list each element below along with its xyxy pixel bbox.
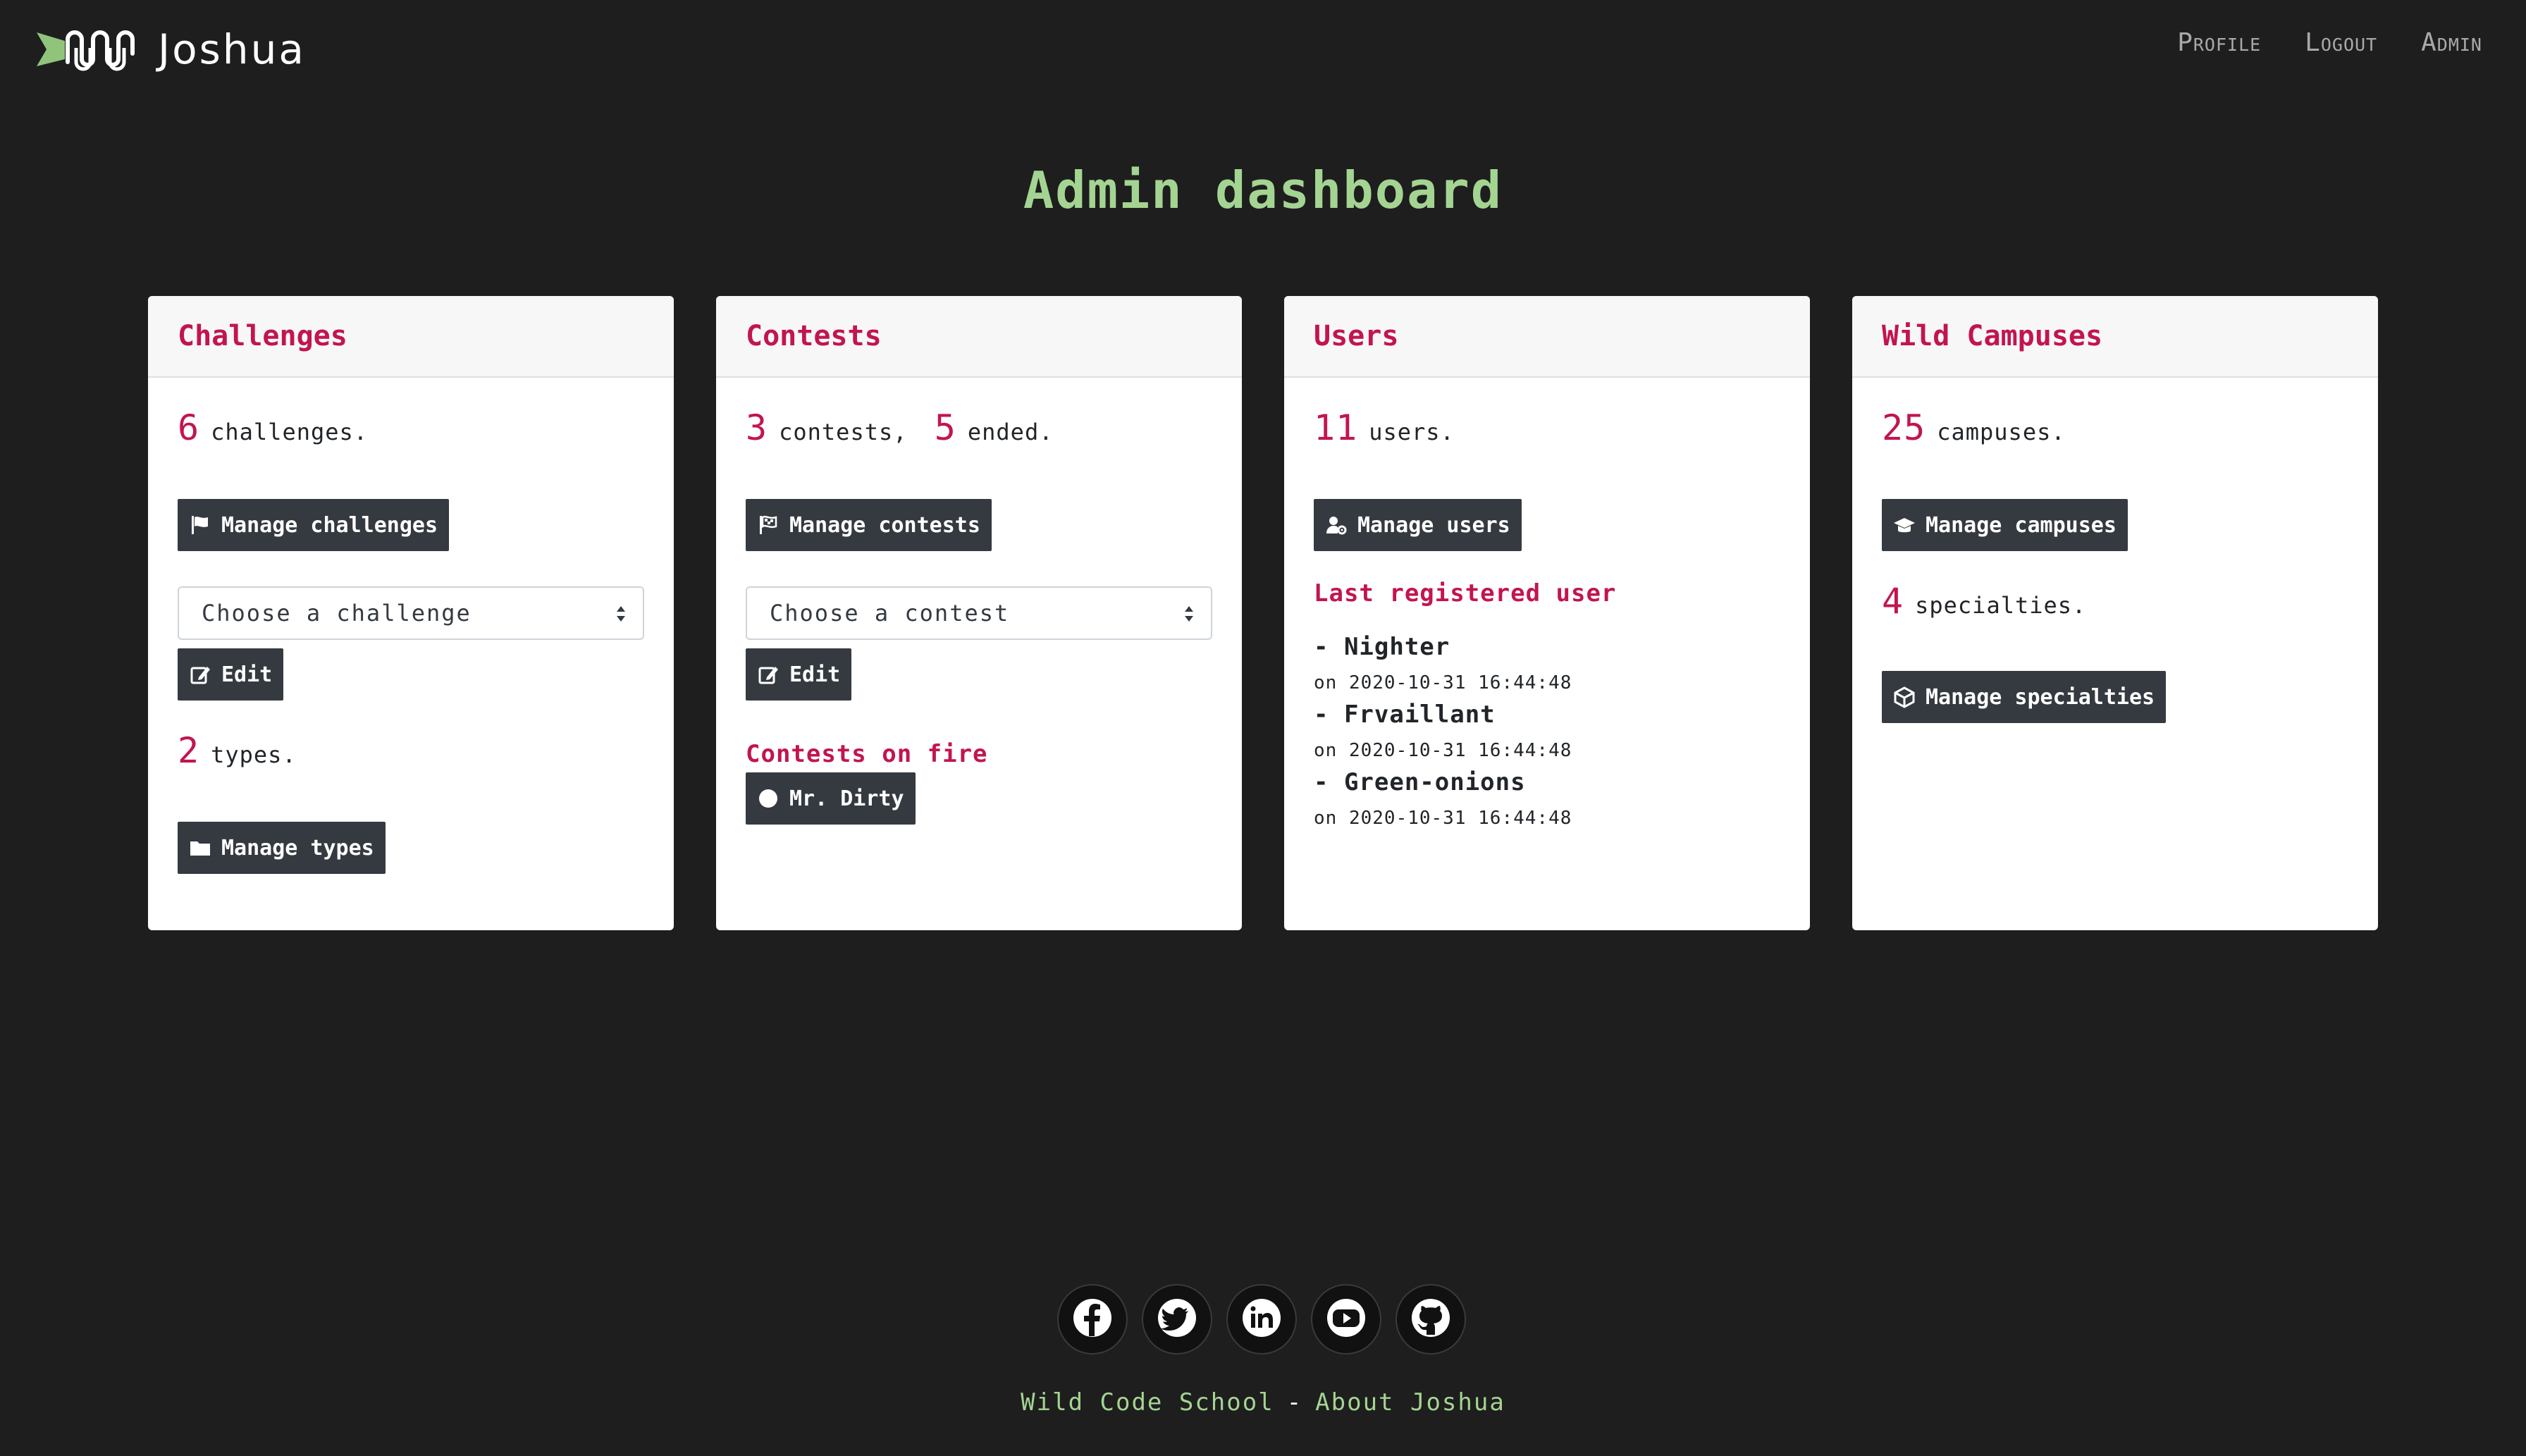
folder-icon [189,837,211,859]
last-registered-user-label: Last registered user [1314,579,1617,607]
challenge-select[interactable]: Choose a challenge [178,586,644,640]
card-header: Wild Campuses [1852,296,2378,378]
facebook-icon [1071,1297,1114,1342]
last-user-name: - Green-onions [1314,768,1526,796]
specialties-count-line: 4 specialties. [1882,581,2086,622]
youtube-icon [1325,1297,1367,1342]
contest-on-fire-button[interactable]: Mr. Dirty [746,772,916,825]
contests-count-text: contests, [779,419,908,445]
manage-challenges-label: Manage challenges [221,512,438,538]
campuses-card: Wild Campuses 25 campuses. Manage campuse… [1852,296,2378,930]
specialties-count: 4 [1882,581,1904,622]
manage-campuses-label: Manage campuses [1926,512,2117,538]
twitter-icon [1156,1297,1198,1342]
navbar: Joshua Profile Logout Admin [0,0,2526,96]
last-user-date: on 2020-10-31 16:44:48 [1314,808,1572,829]
challenges-count: 6 [178,407,200,448]
card-header: Challenges [148,296,674,378]
users-card-title: Users [1314,320,1399,352]
manage-contests-button[interactable]: Manage contests [746,499,992,551]
github-icon [1410,1297,1452,1342]
manage-users-button[interactable]: Manage users [1314,499,1522,551]
users-card: Users 11 users. Manage users Last registe… [1284,296,1810,930]
page-title: Admin dashboard [1023,161,1503,220]
users-count-text: users. [1369,419,1455,445]
about-joshua-link[interactable]: About Joshua [1315,1388,1505,1417]
edit-challenge-button[interactable]: Edit [178,648,284,701]
campuses-card-title: Wild Campuses [1882,320,2103,352]
challenges-card: Challenges 6 challenges. Manage challenge… [148,296,674,930]
select-caret-icon [1184,603,1194,624]
user-cog-icon [1325,514,1348,536]
contests-count-line: 3 contests, 5 ended. [746,407,1053,448]
card-header: Users [1284,296,1810,378]
wild-code-school-link[interactable]: Wild Code School [1021,1388,1274,1417]
contest-on-fire-label: Mr. Dirty [789,786,904,811]
youtube-link[interactable] [1311,1284,1381,1355]
manage-specialties-label: Manage specialties [1926,684,2155,710]
facebook-link[interactable] [1057,1284,1128,1355]
challenges-card-title: Challenges [178,320,347,352]
edit-label: Edit [221,662,273,687]
manage-users-label: Manage users [1357,512,1510,538]
contests-card: Contests 3 contests, 5 ended. Manage conte… [716,296,1242,930]
campuses-count-line: 25 campuses. [1882,407,2066,448]
challenges-count-line: 6 challenges. [178,407,368,448]
campuses-count-text: campuses. [1937,419,2066,445]
last-user-date: on 2020-10-31 16:44:48 [1314,672,1572,693]
brand-link[interactable]: Joshua [37,21,306,78]
brand-name: Joshua [158,25,306,73]
users-count: 11 [1314,407,1358,448]
specialties-count-text: specialties. [1915,592,2087,619]
contest-select[interactable]: Choose a contest [746,586,1212,640]
github-link[interactable] [1396,1284,1466,1355]
contest-select-value: Choose a contest [770,600,1010,627]
wild-code-school-logo-icon [37,20,149,79]
edit-contest-button[interactable]: Edit [746,648,852,701]
manage-campuses-button[interactable]: Manage campuses [1882,499,2128,551]
linkedin-link[interactable] [1226,1284,1297,1355]
cube-icon [1893,686,1916,708]
contests-card-title: Contests [746,320,882,352]
nav-logout-link[interactable]: Logout [2305,28,2377,57]
footer-separator: - [1286,1388,1303,1417]
manage-challenges-button[interactable]: Manage challenges [178,499,450,551]
manage-specialties-button[interactable]: Manage specialties [1882,671,2167,723]
circle-icon [757,787,780,810]
flag-icon [189,514,211,536]
last-user-name: - Frvaillant [1314,701,1496,729]
types-count-line: 2 types. [178,730,297,771]
nav-admin-link[interactable]: Admin [2421,28,2482,57]
types-count-text: types. [211,741,297,768]
manage-contests-label: Manage contests [789,512,980,538]
twitter-link[interactable] [1142,1284,1212,1355]
contests-count: 3 [746,407,768,448]
checkered-flag-icon [757,514,780,536]
nav-links: Profile Logout Admin [2177,28,2482,57]
graduation-cap-icon [1893,514,1916,536]
linkedin-icon [1240,1297,1283,1342]
nav-profile-link[interactable]: Profile [2177,28,2261,57]
contests-ended-count: 5 [934,407,956,448]
last-user-date: on 2020-10-31 16:44:48 [1314,740,1572,761]
footer-text: Wild Code School - About Joshua [0,1388,2526,1417]
campuses-count: 25 [1882,407,1926,448]
contests-ended-text: ended. [967,419,1054,445]
users-count-line: 11 users. [1314,407,1455,448]
contests-on-fire-label: Contests on fire [746,740,988,768]
last-user-name: - Nighter [1314,633,1450,661]
challenge-select-value: Choose a challenge [202,600,472,627]
edit-icon [189,663,211,686]
card-header: Contests [716,296,1242,378]
challenges-count-text: challenges. [211,419,369,445]
social-links [1057,1284,1466,1355]
select-caret-icon [616,603,626,624]
edit-icon [757,663,780,686]
manage-types-label: Manage types [221,835,374,860]
types-count: 2 [178,730,200,771]
manage-types-button[interactable]: Manage types [178,822,386,874]
edit-label: Edit [789,662,841,687]
